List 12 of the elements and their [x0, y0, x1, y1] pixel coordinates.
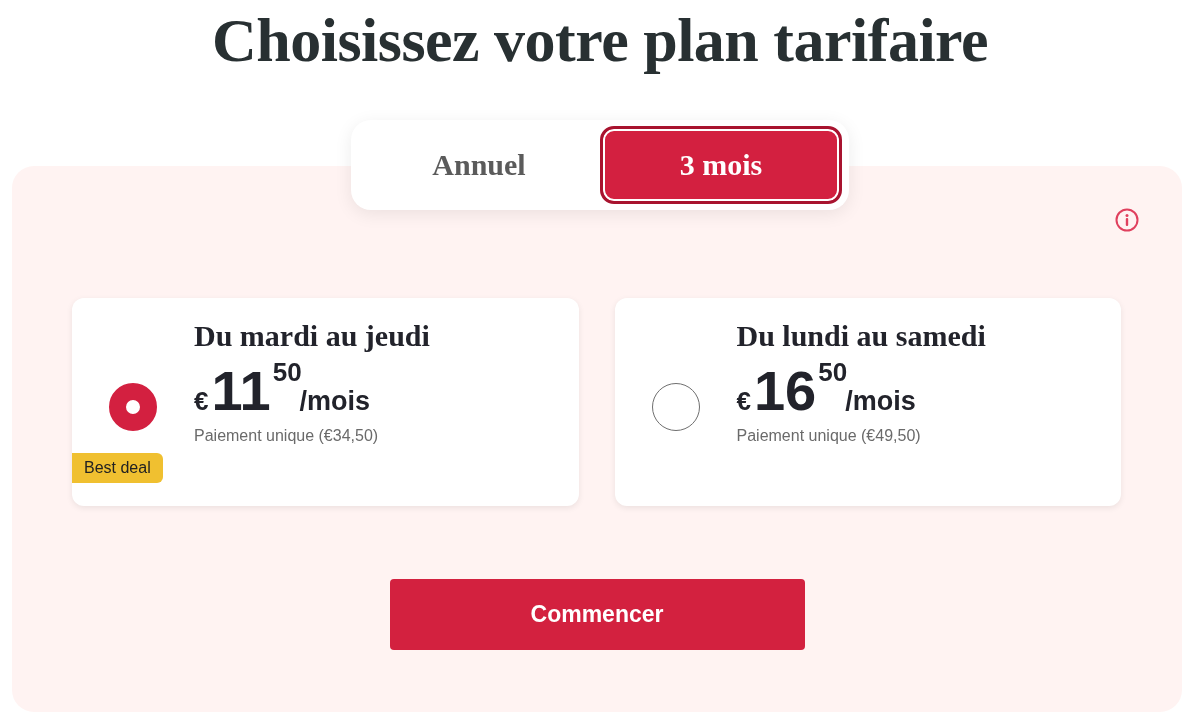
payment-note: Paiement unique (€49,50): [736, 427, 922, 445]
page-heading: Choisissez votre plan tarifaire: [211, 5, 989, 76]
billing-tab[interactable]: Annuel: [358, 126, 600, 204]
start-button[interactable]: Commencer: [389, 579, 805, 650]
deal-badge: Best deal: [72, 453, 163, 483]
billing-tab[interactable]: 3 mois: [600, 126, 842, 204]
plan-title: Du lundi au samedi: [736, 318, 986, 354]
payment-note: Paiement unique (€34,50): [194, 427, 380, 445]
info-icon[interactable]: [1115, 208, 1139, 232]
plan-title: Du mardi au jeudi: [194, 318, 430, 354]
radio-button[interactable]: [109, 383, 157, 431]
radio-button[interactable]: [651, 383, 700, 431]
